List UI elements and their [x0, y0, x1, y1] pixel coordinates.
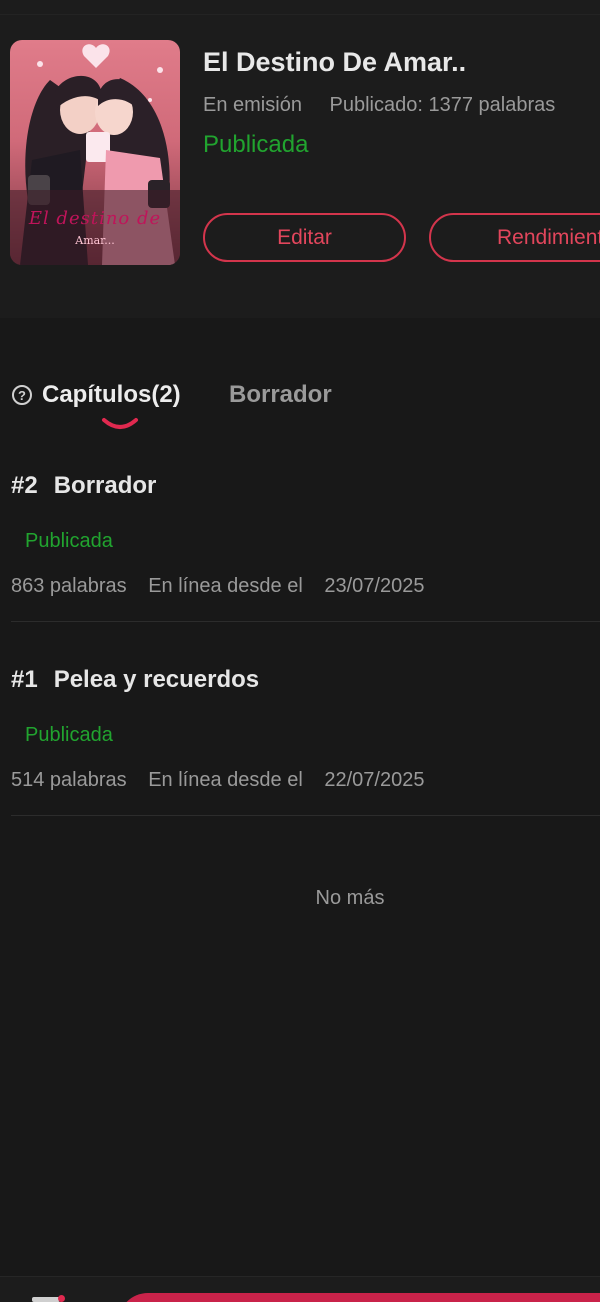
- chapter-number: #2: [11, 472, 38, 499]
- chapter-title: #2 Borrador: [11, 472, 156, 500]
- chapter-meta: 514 palabras En línea desde el 22/07/202…: [11, 769, 424, 792]
- chapter-status: Publicada: [25, 724, 113, 746]
- tab-draft[interactable]: Borrador: [229, 381, 332, 409]
- chapter-list-item[interactable]: #2 Borrador Publicada 863 palabras En lín…: [0, 458, 600, 648]
- end-of-list-text: No más: [315, 887, 385, 909]
- chapter-name: Borrador: [53, 472, 157, 499]
- tab-chapters[interactable]: ? Capítulos(2): [12, 381, 181, 409]
- top-strip: [0, 0, 600, 15]
- bottom-action-bar: [0, 1276, 600, 1302]
- divider: [11, 621, 600, 622]
- chapter-status: Publicada: [25, 530, 113, 552]
- help-circle-icon[interactable]: ?: [12, 385, 32, 405]
- chapter-date: 23/07/2025: [324, 575, 425, 597]
- chapter-word-count: 514 palabras: [11, 769, 127, 791]
- chapter-title: #1 Pelea y recuerdos: [11, 666, 259, 694]
- serial-status: En emisión: [203, 94, 302, 116]
- tab-active-indicator-icon: [102, 418, 138, 429]
- chapter-name: Pelea y recuerdos: [53, 666, 260, 693]
- book-publish-status: Publicada: [203, 131, 309, 158]
- chapter-online-label: En línea desde el: [148, 575, 303, 597]
- cover-subtitle-text: Amar...: [75, 234, 115, 247]
- chapter-number: #1: [11, 666, 38, 693]
- cover-artwork: [10, 44, 180, 265]
- book-title: El Destino De Amar..: [203, 47, 467, 77]
- chapter-meta: 863 palabras En línea desde el 23/07/202…: [11, 575, 424, 598]
- chapter-date: 22/07/2025: [324, 769, 425, 791]
- chapter-tabs: ? Capítulos(2) Borrador: [0, 365, 600, 435]
- book-cover-image[interactable]: El destino de Amar...: [10, 40, 180, 265]
- chapter-online-label: En línea desde el: [148, 769, 303, 791]
- published-word-count: Publicado: 1377 palabras: [329, 94, 556, 116]
- menu-icon[interactable]: [32, 1297, 60, 1302]
- chapter-list-item[interactable]: #1 Pelea y recuerdos Publicada 514 palabr…: [0, 652, 600, 842]
- cover-title-text: El destino de: [28, 208, 162, 229]
- performance-button[interactable]: Rendimiento: [429, 213, 600, 262]
- edit-button[interactable]: Editar: [203, 213, 406, 262]
- divider: [11, 815, 600, 816]
- tab-chapters-label: Capítulos(2): [42, 381, 181, 408]
- chapter-word-count: 863 palabras: [11, 575, 127, 597]
- book-meta-row: En emisión Publicado: 1377 palabras: [203, 94, 555, 117]
